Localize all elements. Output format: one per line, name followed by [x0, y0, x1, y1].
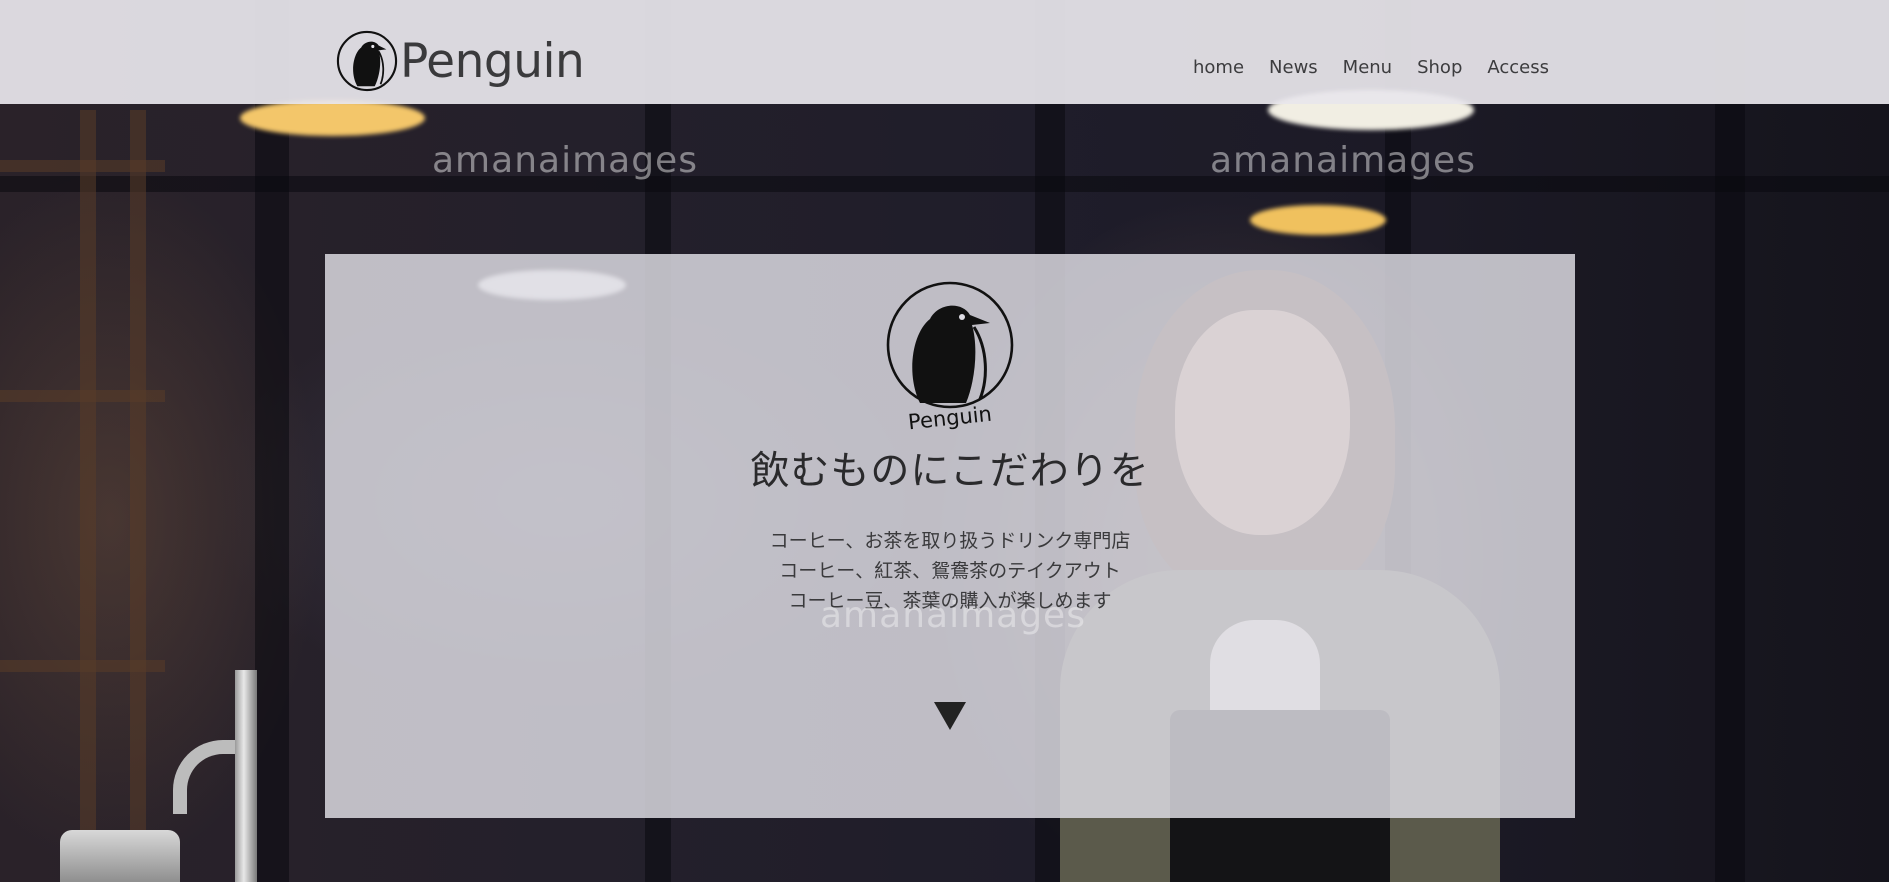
- hero-title: 飲むものにこだわりを: [750, 449, 1150, 494]
- background-shelf: [80, 110, 96, 882]
- hero-panel: Penguin 飲むものにこだわりを コーヒー、お茶を取り扱うドリンク専門店 コ…: [325, 254, 1575, 818]
- background-kettle: [165, 670, 285, 882]
- background-shelf: [0, 660, 165, 672]
- watermark-text: amanaimages: [820, 595, 1086, 636]
- page: amanaimages amanaimages amanaimages Peng…: [0, 0, 1889, 882]
- background-shelf: [0, 160, 165, 172]
- background-lamp: [1250, 205, 1386, 235]
- nav-link-access[interactable]: Access: [1487, 54, 1549, 82]
- hero-description-line: コーヒー、お茶を取り扱うドリンク専門店: [769, 530, 1131, 552]
- penguin-logo-icon: [336, 30, 398, 92]
- background-pot: [60, 830, 180, 882]
- site-header: Penguin home News Menu Shop Access: [0, 0, 1889, 104]
- penguin-emblem-icon: Penguin: [886, 281, 1014, 434]
- hero-description-line: コーヒー、紅茶、鴛鴦茶のテイクアウト: [779, 560, 1121, 582]
- nav-link-news[interactable]: News: [1269, 54, 1318, 82]
- main-nav: home News Menu Shop Access: [1193, 54, 1549, 82]
- nav-link-menu[interactable]: Menu: [1343, 54, 1392, 82]
- nav-link-shop[interactable]: Shop: [1417, 54, 1462, 82]
- background-shelf: [0, 390, 165, 402]
- background-shelf: [130, 110, 146, 882]
- watermark-text: amanaimages: [1210, 140, 1476, 181]
- watermark-text: amanaimages: [432, 140, 698, 181]
- nav-link-home[interactable]: home: [1193, 54, 1244, 82]
- kettle-pipe: [235, 670, 257, 882]
- emblem-text: Penguin: [907, 402, 993, 434]
- brand-home-link[interactable]: Penguin: [336, 28, 585, 94]
- background-window-frame: [1715, 0, 1745, 882]
- triangle-down-icon[interactable]: [934, 702, 966, 730]
- brand-name: Penguin: [400, 33, 585, 89]
- background-window-frame: [0, 176, 1889, 192]
- background-lamp: [240, 100, 425, 136]
